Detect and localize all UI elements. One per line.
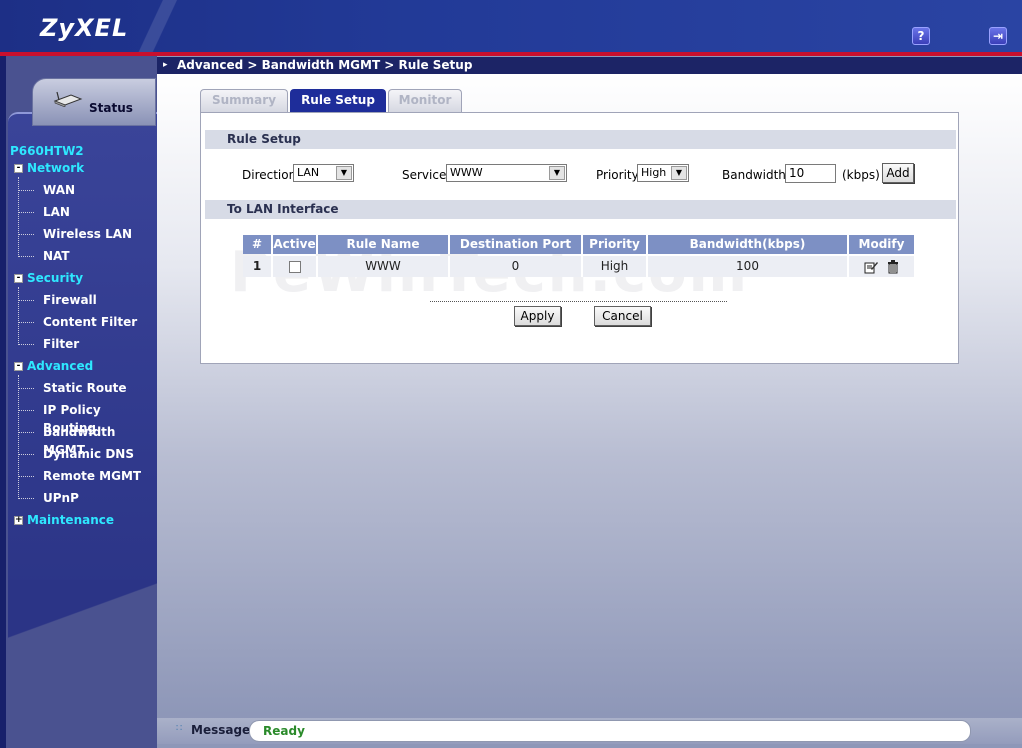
breadcrumb: ▸ Advanced > Bandwidth MGMT > Rule Setup	[157, 57, 1022, 74]
nav-section-label: Advanced	[27, 359, 94, 373]
sidebar-panel-edge	[8, 580, 157, 640]
active-checkbox[interactable]	[288, 260, 301, 273]
expand-icon[interactable]: +	[14, 516, 23, 525]
sidebar-item-wireless-lan[interactable]: Wireless LAN	[10, 225, 156, 247]
bandwidth-unit: (kbps)	[842, 168, 880, 182]
table-cell-num: 1	[243, 256, 273, 277]
tab-rule-setup[interactable]: Rule Setup	[290, 89, 386, 112]
question-icon[interactable]: ?	[912, 27, 930, 45]
sidebar-item-bandwidth-mgmt[interactable]: Bandwidth MGMT	[10, 423, 156, 457]
add-button[interactable]: Add	[882, 163, 914, 183]
table-cell-active	[273, 256, 318, 277]
message-label: Message	[191, 723, 251, 737]
lan-interface-heading: To LAN Interface	[205, 200, 956, 219]
cancel-button[interactable]: Cancel	[594, 306, 651, 326]
priority-select[interactable]: High ▼	[637, 164, 689, 182]
column-header: Priority	[583, 235, 648, 254]
apply-button[interactable]: Apply	[514, 306, 561, 326]
sidebar-item-remote-mgmt[interactable]: Remote MGMT	[10, 467, 156, 489]
column-header: Rule Name	[318, 235, 450, 254]
separator	[430, 301, 727, 302]
collapse-icon[interactable]: -	[14, 274, 23, 283]
nav-section-network[interactable]: - Network	[10, 159, 156, 181]
sidebar-item-nat[interactable]: NAT	[10, 247, 156, 269]
grip-icon: ∷	[176, 723, 183, 734]
dropdown-arrow-icon[interactable]: ▼	[549, 166, 565, 180]
sidebar-item-dynamic-dns[interactable]: Dynamic DNS	[10, 445, 156, 467]
tab-monitor[interactable]: Monitor	[388, 89, 462, 112]
direction-value: LAN	[297, 166, 320, 179]
brand-logo: ZyXEL	[40, 14, 129, 42]
sidebar-item-content-filter[interactable]: Content Filter	[10, 313, 156, 335]
column-header: Modify	[849, 235, 914, 254]
status-tab-label: Status	[89, 101, 133, 115]
logout-icon[interactable]: ⇥	[989, 27, 1007, 45]
nav-section-label: Maintenance	[27, 513, 115, 527]
status-tab[interactable]: Status	[32, 78, 156, 126]
table-cell-priority: High	[583, 256, 648, 277]
service-value: WWW	[450, 166, 483, 179]
bandwidth-input[interactable]: 10	[785, 164, 836, 183]
collapse-icon[interactable]: -	[14, 164, 23, 173]
sidebar-item-firewall[interactable]: Firewall	[10, 291, 156, 313]
column-header: Destination Port	[450, 235, 583, 254]
table-cell-rule-name: WWW	[318, 256, 450, 277]
column-header: Bandwidth(kbps)	[648, 235, 849, 254]
direction-label: Direction	[242, 168, 297, 182]
sidebar-item-upnp[interactable]: UPnP	[10, 489, 156, 511]
device-name: P660HTW2	[10, 144, 84, 158]
header-bar: ZyXEL	[0, 0, 1022, 52]
direction-select[interactable]: LAN ▼	[293, 164, 354, 182]
nav-section-security[interactable]: - Security	[10, 269, 156, 291]
column-header: Active	[273, 235, 318, 254]
sidebar-item-ip-policy-routing[interactable]: IP Policy Routing	[10, 401, 156, 435]
edit-icon[interactable]	[864, 260, 879, 274]
collapse-icon[interactable]: -	[14, 362, 23, 371]
table-cell-destination-port: 0	[450, 256, 583, 277]
tab-summary[interactable]: Summary	[200, 89, 288, 112]
service-label: Service	[402, 168, 447, 182]
sidebar-edge	[0, 56, 6, 748]
router-icon	[53, 91, 83, 107]
nav-tree: - Network WAN LAN Wireless LAN NAT - Secur…	[10, 159, 156, 533]
column-header: #	[243, 235, 273, 254]
sidebar-item-lan[interactable]: LAN	[10, 203, 156, 225]
priority-label: Priority	[596, 168, 639, 182]
nav-section-label: Network	[27, 161, 85, 175]
table-cell-modify	[849, 256, 914, 277]
sidebar-item-static-route[interactable]: Static Route	[10, 379, 156, 401]
dropdown-arrow-icon[interactable]: ▼	[671, 166, 687, 180]
nav-section-label: Security	[27, 271, 84, 285]
breadcrumb-arrow-icon: ▸	[163, 60, 168, 70]
dropdown-arrow-icon[interactable]: ▼	[336, 166, 352, 180]
message-box: Ready	[249, 720, 971, 742]
table-cell-bandwidth: 100	[648, 256, 849, 277]
header-decoration	[120, 0, 190, 52]
trash-icon[interactable]	[887, 259, 899, 274]
nav-section-advanced[interactable]: - Advanced	[10, 357, 156, 379]
priority-value: High	[641, 166, 667, 179]
breadcrumb-text: Advanced > Bandwidth MGMT > Rule Setup	[177, 58, 473, 72]
bandwidth-label: Bandwidth	[722, 168, 786, 182]
rule-setup-heading: Rule Setup	[205, 130, 956, 149]
service-select[interactable]: WWW ▼	[446, 164, 567, 182]
sidebar-item-filter[interactable]: Filter	[10, 335, 156, 357]
sidebar-item-wan[interactable]: WAN	[10, 181, 156, 203]
nav-section-maintenance[interactable]: + Maintenance	[10, 511, 156, 533]
